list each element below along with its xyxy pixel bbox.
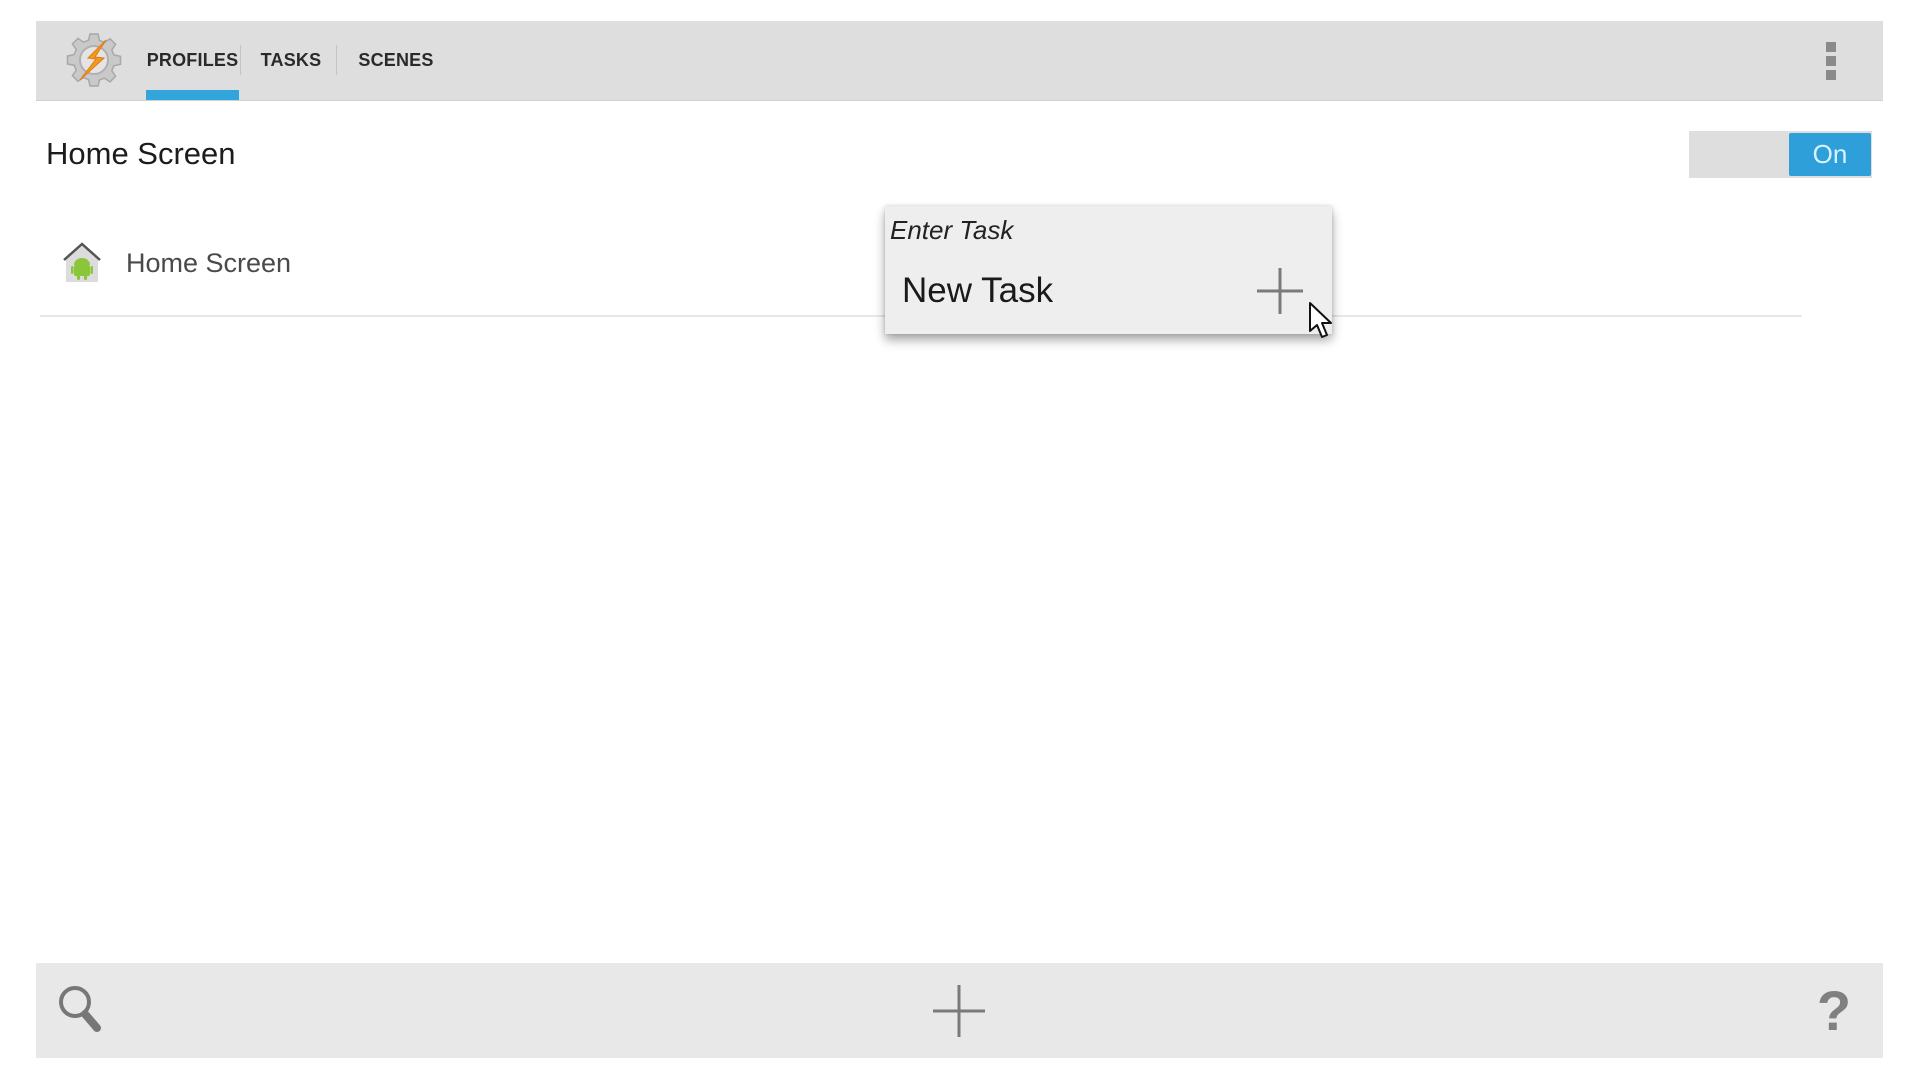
search-icon[interactable] <box>56 983 106 1037</box>
plus-icon[interactable] <box>1255 266 1305 316</box>
profile-context-label: Home Screen <box>126 248 292 278</box>
plus-icon <box>933 985 985 1037</box>
new-task-label: New Task <box>902 271 1054 310</box>
enter-task-popup: Enter Task New Task <box>885 206 1332 334</box>
overflow-dot <box>1826 42 1836 52</box>
help-icon[interactable]: ? <box>1810 975 1858 1045</box>
tab-divider <box>240 45 241 75</box>
tab-tasks-label: TASKS <box>260 50 322 70</box>
tab-profiles[interactable]: PROFILES <box>146 21 239 100</box>
overflow-dot <box>1826 70 1836 80</box>
popup-title: Enter Task <box>890 215 1014 245</box>
active-tab-indicator <box>146 90 239 100</box>
tab-divider <box>336 45 337 75</box>
tab-tasks[interactable]: TASKS <box>246 21 336 100</box>
profile-title[interactable]: Home Screen <box>46 136 236 172</box>
toggle-on-knob: On <box>1789 133 1871 176</box>
home-screen-icon <box>61 241 103 283</box>
top-action-bar: PROFILES TASKS SCENES <box>36 21 1883 101</box>
profile-enabled-toggle[interactable]: On <box>1689 131 1872 178</box>
tab-scenes-label: SCENES <box>358 50 434 70</box>
tab-scenes[interactable]: SCENES <box>341 21 451 100</box>
bottom-action-bar: ? <box>36 963 1883 1058</box>
tasker-logo-icon[interactable] <box>64 30 124 90</box>
new-task-item[interactable]: New Task <box>885 258 1332 334</box>
overflow-dot <box>1826 56 1836 66</box>
more-vertical-icon[interactable] <box>1816 35 1846 87</box>
tab-profiles-label: PROFILES <box>146 50 239 70</box>
add-profile-button[interactable] <box>931 983 987 1039</box>
